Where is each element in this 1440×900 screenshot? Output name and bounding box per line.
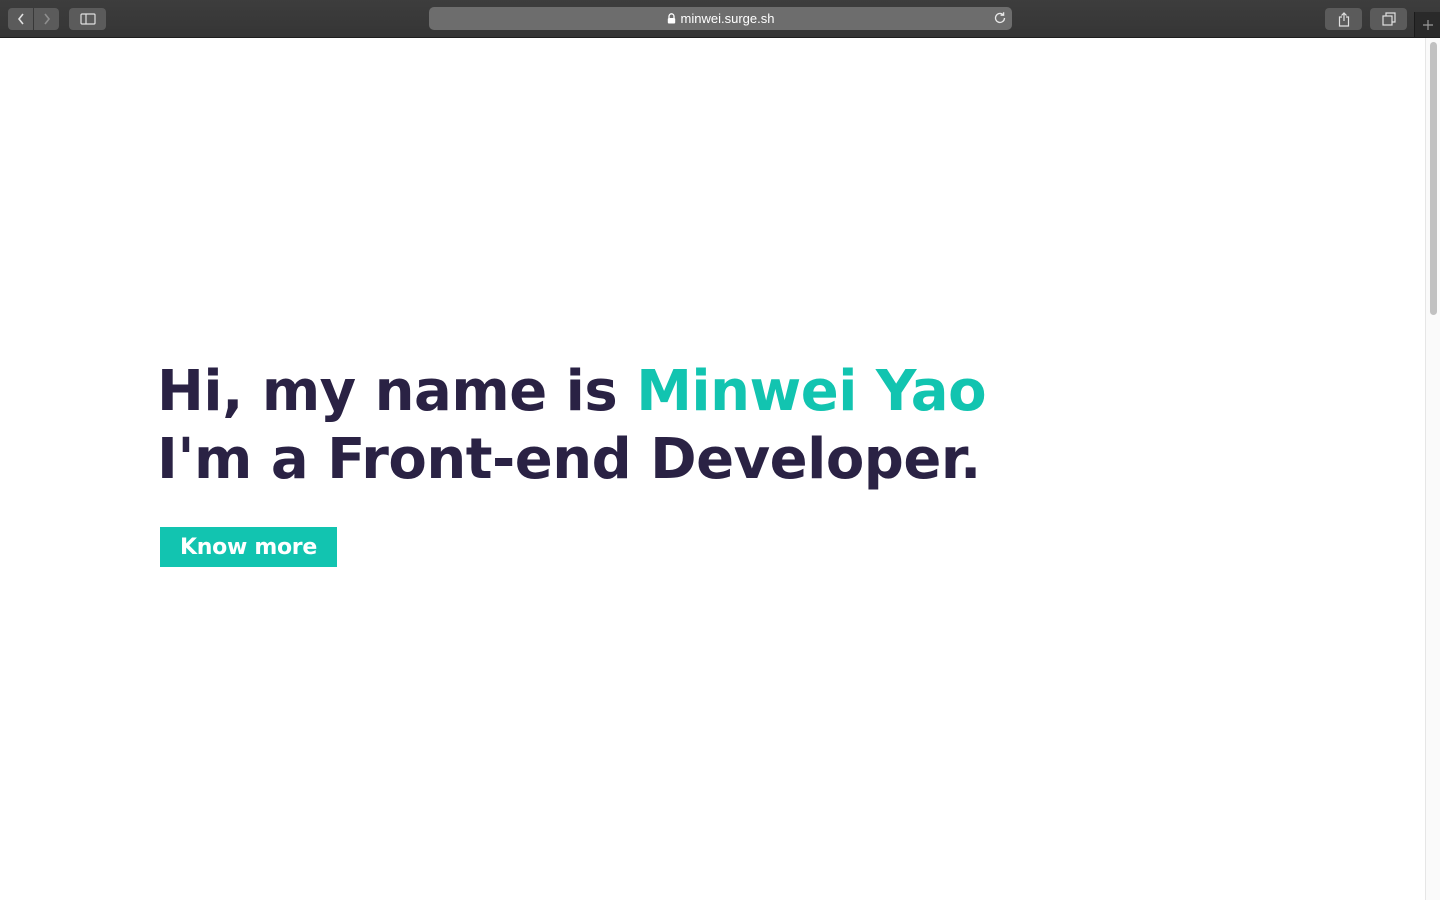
know-more-button[interactable]: Know more xyxy=(160,527,337,567)
hero-heading-line-2: I'm a Front-end Developer. xyxy=(157,427,981,492)
new-tab-button[interactable] xyxy=(1414,12,1440,37)
address-bar[interactable]: minwei.surge.sh xyxy=(429,7,1012,30)
navigation-buttons xyxy=(8,8,59,30)
forward-button[interactable] xyxy=(34,8,59,30)
vertical-scrollbar[interactable] xyxy=(1425,38,1440,900)
chevron-right-icon xyxy=(43,13,50,25)
chevron-left-icon xyxy=(17,13,24,25)
page-content: Hi, my name is Minwei Yao I'm a Front-en… xyxy=(0,38,1425,900)
tabs-overview-button[interactable] xyxy=(1370,8,1407,30)
back-button[interactable] xyxy=(8,8,33,30)
hero-heading-line-1: Hi, my name is Minwei Yao xyxy=(157,358,987,426)
sidebar-button[interactable] xyxy=(69,8,106,30)
share-button[interactable] xyxy=(1325,8,1362,30)
browser-toolbar: minwei.surge.sh xyxy=(0,0,1440,38)
share-icon xyxy=(1338,11,1349,27)
hero-section: Hi, my name is Minwei Yao I'm a Front-en… xyxy=(157,358,987,567)
author-name: Minwei Yao xyxy=(636,359,987,424)
sidebar-icon xyxy=(79,13,96,25)
plus-icon xyxy=(1423,19,1433,30)
reload-icon xyxy=(994,12,1006,24)
greeting-text: Hi, my name is xyxy=(157,359,637,424)
tabs-overview-icon xyxy=(1381,12,1396,26)
url-text: minwei.surge.sh xyxy=(680,11,775,26)
lock-icon xyxy=(667,13,676,24)
reload-button[interactable] xyxy=(993,11,1007,25)
scrollbar-thumb[interactable] xyxy=(1430,42,1437,315)
